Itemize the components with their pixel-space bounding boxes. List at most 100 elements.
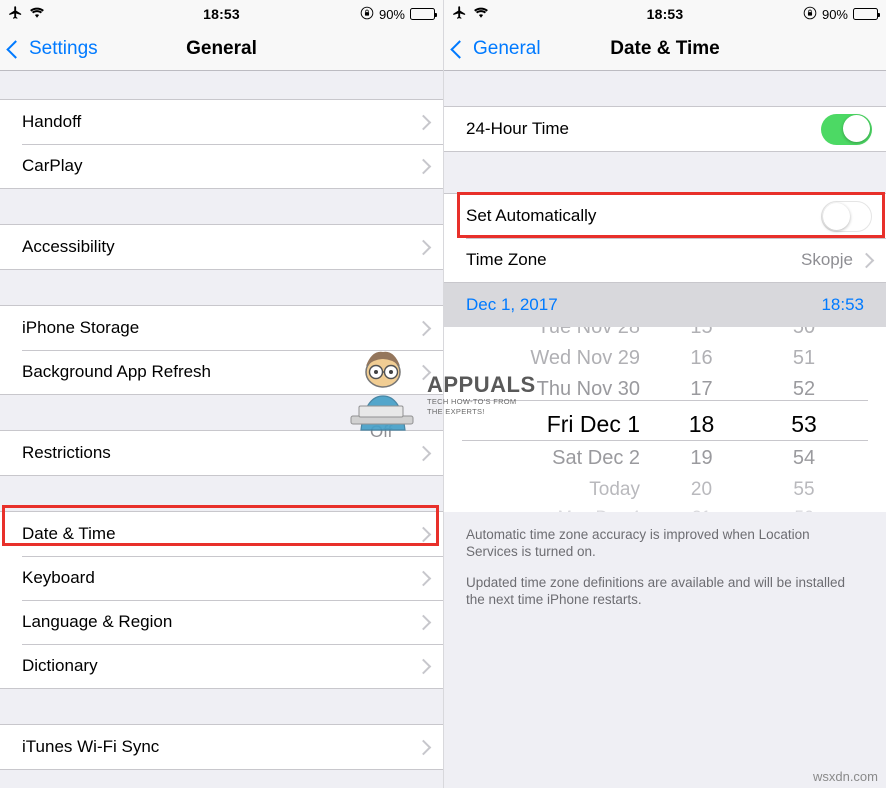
settings-row-handoff[interactable]: Handoff [0,100,443,144]
left-status-bar: 18:53 90% [0,0,443,28]
row-label: Keyboard [22,568,95,587]
left-battery-percent: 90% [378,6,405,22]
note-timezone-definitions: Updated time zone definitions are availa… [466,575,845,607]
settings-row-carplay[interactable]: CarPlay [0,144,443,188]
picker-item-hour[interactable]: 19 [690,443,712,474]
date-time-picker[interactable]: Mon Nov 27 Tue Nov 28 Wed Nov 29 Thu Nov… [444,327,886,512]
settings-row-background-app-refresh[interactable]: Background App Refresh [0,350,443,394]
left-gap-1 [0,71,443,99]
toggle-set-automatically[interactable] [821,200,872,232]
left-gap-2 [0,189,443,224]
picker-item-hour[interactable]: 21 [692,505,711,512]
left-group-storage: iPhone Storage Background App Refresh [0,305,443,395]
row-label: Dictionary [22,656,98,675]
settings-row-dictionary[interactable]: Dictionary [0,644,443,688]
picker-column-date[interactable]: Mon Nov 27 Tue Nov 28 Wed Nov 29 Thu Nov… [444,327,654,512]
back-to-settings-button[interactable]: Settings [0,38,98,60]
right-status-right-icons: 90% [803,6,880,23]
toggle-knob [823,203,850,230]
chevron-right-icon [415,570,432,586]
row-label: iPhone Storage [22,318,140,337]
row-label: Language & Region [22,612,173,631]
picker-item-hour[interactable]: 20 [691,474,712,505]
toggle-24-hour-time[interactable] [821,113,872,145]
dual-screenshot-container: 18:53 90% Settings General Handoff CarPl… [0,0,886,788]
left-phone-screen: 18:53 90% Settings General Handoff CarPl… [0,0,443,788]
settings-row-language-region[interactable]: Language & Region [0,600,443,644]
settings-row-accessibility[interactable]: Accessibility [0,225,443,269]
note-location-services: Automatic time zone accuracy is improved… [466,527,810,559]
chevron-right-icon [415,364,432,380]
right-gap-1 [444,71,886,106]
picker-column-hour[interactable]: 14 15 16 17 18 19 20 21 22 [654,327,749,512]
right-group-24hour: 24-Hour Time [444,106,886,152]
restrictions-value-off: Off [370,422,393,441]
picker-item-minute[interactable]: 50 [793,327,815,343]
chevron-right-icon [415,526,432,542]
left-group-datetime: Date & Time Keyboard Language & Region D… [0,511,443,689]
picker-item-minute[interactable]: 54 [793,443,815,474]
picker-item-date[interactable]: Sat Dec 2 [552,443,640,474]
chevron-right-icon [415,239,432,255]
chevron-left-icon [6,39,25,59]
left-gap-7 [0,770,443,788]
chevron-right-icon [858,252,875,268]
back-label: Settings [29,38,98,59]
battery-icon [410,8,437,20]
row-label: CarPlay [22,156,83,175]
picker-item-date[interactable]: Tue Nov 28 [537,327,640,343]
row-label: Handoff [22,112,82,131]
picker-item-hour-selected[interactable]: 18 [689,405,715,443]
chevron-right-icon [415,158,432,174]
settings-row-24-hour-time[interactable]: 24-Hour Time [444,107,886,151]
settings-row-set-automatically[interactable]: Set Automatically [444,194,886,238]
back-label: General [473,38,541,59]
picker-selection-line-bottom [462,440,868,441]
right-group-auto-timezone: Set Automatically Time Zone Skopje [444,193,886,283]
picker-item-date[interactable]: Mon Dec 4 [558,505,640,512]
settings-row-itunes-wifi-sync[interactable]: iTunes Wi-Fi Sync [0,725,443,769]
chevron-right-icon [415,614,432,630]
row-label: Accessibility [22,237,115,256]
picker-item-date-selected[interactable]: Fri Dec 1 [547,405,640,443]
picker-item-hour[interactable]: 16 [690,343,712,374]
right-gap-2 [444,152,886,193]
selected-date-time-bar[interactable]: Dec 1, 2017 18:53 [444,283,886,327]
left-group-itunes-sync: iTunes Wi-Fi Sync [0,724,443,770]
footer-watermark: wsxdn.com [812,769,878,784]
picker-item-date[interactable]: Today [589,474,640,505]
picker-item-hour[interactable]: 15 [690,327,712,343]
settings-row-time-zone[interactable]: Time Zone Skopje [444,238,886,282]
row-label: 24-Hour Time [466,119,569,138]
picker-item-minute[interactable]: 56 [795,505,814,512]
picker-item-date[interactable]: Wed Nov 29 [530,343,640,374]
chevron-right-icon [415,658,432,674]
chevron-right-icon [415,739,432,755]
footer-notes: Automatic time zone accuracy is improved… [444,512,886,608]
row-label: Set Automatically [466,206,597,225]
picker-selection-line-top [462,400,868,401]
left-status-right-icons: 90% [360,6,437,23]
row-label: Background App Refresh [22,362,212,381]
toggle-knob [843,115,870,142]
right-nav-bar: General Date & Time [444,28,886,71]
settings-row-date-time[interactable]: Date & Time [0,512,443,556]
rotation-lock-icon [360,6,374,23]
row-label: Time Zone [466,250,547,269]
right-status-bar: 18:53 90% [444,0,886,28]
selected-time: 18:53 [821,295,864,314]
battery-icon [853,8,880,20]
left-group-handoff: Handoff CarPlay [0,99,443,189]
settings-row-iphone-storage[interactable]: iPhone Storage [0,306,443,350]
left-gap-3 [0,270,443,305]
picker-item-minute-selected[interactable]: 53 [791,405,817,443]
back-to-general-button[interactable]: General [444,38,541,60]
settings-row-keyboard[interactable]: Keyboard [0,556,443,600]
picker-item-minute[interactable]: 55 [793,474,814,505]
row-label: Date & Time [22,524,116,543]
picker-column-minute[interactable]: 49 50 51 52 53 54 55 56 57 [749,327,859,512]
chevron-right-icon [415,320,432,336]
rotation-lock-icon [803,6,817,23]
chevron-right-icon [415,114,432,130]
picker-item-minute[interactable]: 51 [793,343,815,374]
